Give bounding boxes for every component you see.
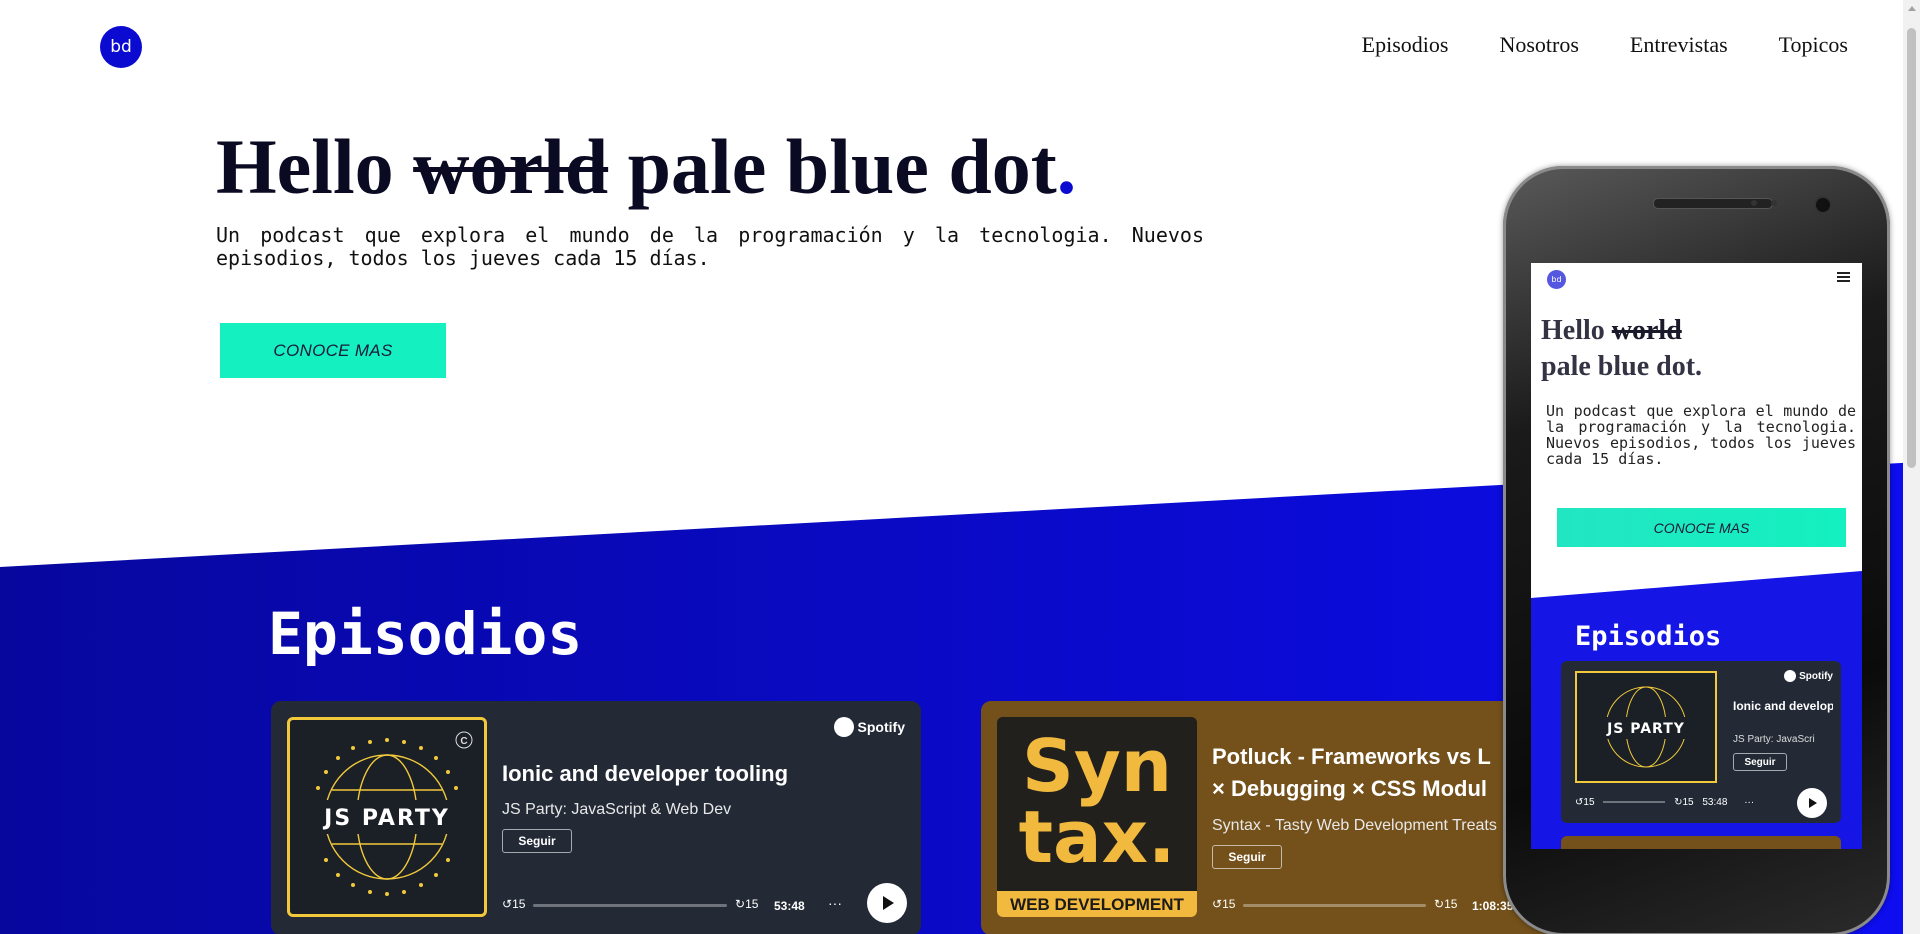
episode-duration: 1:08:35 xyxy=(1472,899,1514,913)
play-button[interactable] xyxy=(867,883,907,923)
mobile-hero-title: Hello world pale blue dot. xyxy=(1541,313,1702,385)
mobile-episode-title[interactable]: Ionic and developer t... xyxy=(1733,699,1833,714)
mobile-episode-cover: JS PARTY xyxy=(1575,671,1717,783)
cover-line2: tax. xyxy=(1019,795,1176,879)
mobile-player-controls: ↺15 ↻15 53:48 ··· xyxy=(1575,797,1754,808)
skip-back-15-icon[interactable]: ↺15 xyxy=(502,897,525,911)
skip-forward-15-icon[interactable]: ↻15 xyxy=(1434,897,1457,911)
nav-nosotros[interactable]: Nosotros xyxy=(1499,32,1578,58)
mobile-skip-back-icon[interactable]: ↺15 xyxy=(1575,797,1595,808)
mobile-duration: 53:48 xyxy=(1702,797,1728,808)
progress-bar[interactable] xyxy=(533,904,727,907)
mobile-follow-button[interactable]: Seguir xyxy=(1733,753,1787,771)
nav-episodios[interactable]: Episodios xyxy=(1362,32,1449,58)
spotify-logo[interactable]: Spotify xyxy=(833,717,905,737)
mobile-title-line2: pale blue dot. xyxy=(1541,351,1703,382)
spotify-icon xyxy=(833,717,854,737)
mobile-title-hello: Hello xyxy=(1541,315,1605,346)
scrollbar-thumb[interactable] xyxy=(1907,28,1916,468)
mobile-spotify-label: Spotify xyxy=(1799,670,1833,682)
mobile-conoce-mas-button[interactable]: CONOCE MAS xyxy=(1557,508,1846,547)
phone-screen: bd Hello world pale blue dot. Un podcast … xyxy=(1531,263,1862,849)
mobile-more-icon[interactable]: ··· xyxy=(1744,797,1754,808)
phone-camera xyxy=(1814,196,1832,214)
episode-title-line2: × Debugging × CSS Modul xyxy=(1212,776,1487,801)
page: bd Episodios Nosotros Entrevistas Topico… xyxy=(0,0,1903,934)
mobile-title-struck: world xyxy=(1611,315,1682,346)
phone-mockup: bd Hello world pale blue dot. Un podcast … xyxy=(1503,166,1890,934)
episode-title[interactable]: Potluck - Frameworks vs L × Debugging × … xyxy=(1212,741,1491,805)
hero-subtitle: Un podcast que explora el mundo de la pr… xyxy=(216,223,1204,270)
hero-title: Hello world pale blue dot. xyxy=(216,122,1076,212)
phone-sensor xyxy=(1771,200,1777,206)
hamburger-menu-icon[interactable] xyxy=(1837,272,1850,282)
mobile-episode-show[interactable]: JS Party: JavaScri xyxy=(1733,734,1833,745)
main-nav: Episodios Nosotros Entrevistas Topicos xyxy=(1362,32,1848,58)
phone-sensor xyxy=(1751,200,1757,206)
mobile-episode-card-2[interactable] xyxy=(1561,836,1841,849)
hero-title-rest: pale blue dot xyxy=(627,123,1057,210)
follow-button[interactable]: Seguir xyxy=(1212,845,1282,869)
mobile-cover-text: JS PARTY xyxy=(1606,721,1685,737)
hero-title-hello: Hello xyxy=(216,123,394,210)
logo[interactable]: bd xyxy=(100,26,142,68)
cover-text: JS PARTY xyxy=(322,806,450,831)
mobile-progress-bar[interactable] xyxy=(1603,801,1666,804)
mobile-js-party-art: JS PARTY xyxy=(1591,686,1701,768)
skip-back-15-icon[interactable]: ↺15 xyxy=(1212,897,1235,911)
page-scrollbar[interactable] xyxy=(1903,0,1920,934)
episode-duration: 53:48 xyxy=(774,899,805,913)
episode-title-line1: Potluck - Frameworks vs L xyxy=(1212,744,1491,769)
spotify-icon xyxy=(1784,670,1797,682)
skip-forward-15-icon[interactable]: ↻15 xyxy=(735,897,758,911)
episodes-section-title: Episodios xyxy=(268,600,583,668)
episode-cover-js-party: C JS PARTY xyxy=(287,717,487,917)
spotify-label: Spotify xyxy=(857,719,905,735)
conoce-mas-button[interactable]: CONOCE MAS xyxy=(220,323,446,378)
mobile-episode-card[interactable]: JS PARTY Spotify Ionic and developer t..… xyxy=(1561,661,1841,823)
cover-badge: C xyxy=(460,736,467,747)
episode-title[interactable]: Ionic and developer tooling xyxy=(502,758,788,790)
progress-bar[interactable] xyxy=(1243,904,1426,907)
syntax-cover-art: Syn tax. WEB DEVELOPMENT xyxy=(997,717,1197,917)
hero-title-struck: world xyxy=(413,123,609,210)
episode-card-js-party[interactable]: C JS PARTY Spotify Ionic and developer t… xyxy=(271,701,921,934)
episode-cover-syntax: Syn tax. WEB DEVELOPMENT xyxy=(997,717,1197,917)
mobile-episodes-title: Episodios xyxy=(1575,621,1722,652)
follow-button[interactable]: Seguir xyxy=(502,829,572,853)
mobile-spotify-logo[interactable]: Spotify xyxy=(1784,670,1833,682)
player-controls: ↺15 ↻15 53:48 ··· xyxy=(502,883,907,923)
nav-entrevistas[interactable]: Entrevistas xyxy=(1630,32,1728,58)
episode-show[interactable]: Syntax - Tasty Web Development Treats xyxy=(1212,817,1497,835)
scroll-up-icon[interactable] xyxy=(1908,6,1916,11)
mobile-hero-subtitle: Un podcast que explora el mundo de la pr… xyxy=(1546,402,1856,468)
nav-topicos[interactable]: Topicos xyxy=(1779,32,1848,58)
episode-show[interactable]: JS Party: JavaScript & Web Dev xyxy=(502,801,731,819)
more-icon[interactable]: ··· xyxy=(828,895,842,911)
mobile-skip-forward-icon[interactable]: ↻15 xyxy=(1674,797,1694,808)
cover-banner: WEB DEVELOPMENT xyxy=(1010,895,1184,914)
mobile-logo[interactable]: bd xyxy=(1547,270,1566,289)
hero-title-dot: . xyxy=(1056,123,1077,210)
mobile-play-button[interactable] xyxy=(1797,788,1827,818)
js-party-globe-art: C JS PARTY xyxy=(310,731,473,896)
